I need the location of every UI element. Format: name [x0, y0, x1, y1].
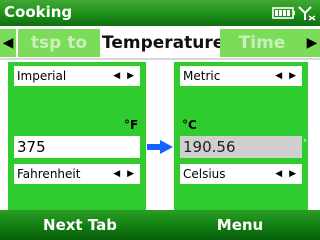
tab-scroll-left-button[interactable]: ◀: [0, 29, 16, 57]
convert-arrow-icon: [147, 140, 173, 154]
to-unit-symbol: °C: [182, 118, 197, 132]
from-system-select[interactable]: Imperial ◀ ▶: [14, 66, 140, 86]
title-bar: Cooking: [0, 0, 320, 26]
softkey-bar: Next Tab Menu: [0, 210, 320, 240]
battery-icon: [272, 7, 295, 19]
to-system-value: Metric: [183, 69, 221, 83]
from-unit-value: Fahrenheit: [17, 167, 81, 181]
tab-scroll-right-button[interactable]: ▶: [304, 29, 320, 57]
from-system-arrows-icon[interactable]: ◀ ▶: [113, 66, 136, 86]
converter-area: Imperial ◀ ▶ °F 375 Fahrenheit ◀ ▶ Metri…: [0, 62, 320, 210]
tab-strip: ◀ tsp to ml Temperature Time ▶: [0, 26, 320, 81]
from-value-input[interactable]: 375: [14, 136, 140, 158]
menu-softkey[interactable]: Menu: [160, 210, 320, 240]
from-unit-symbol: °F: [124, 118, 139, 132]
to-value-output: 190.56: [180, 136, 302, 158]
tab-time[interactable]: Time: [220, 29, 304, 57]
signal-icon: [298, 6, 316, 21]
to-system-select[interactable]: Metric ◀ ▶: [180, 66, 302, 86]
app-title: Cooking: [4, 3, 73, 21]
from-panel: Imperial ◀ ▶ °F 375 Fahrenheit ◀ ▶: [8, 62, 146, 210]
from-unit-arrows-icon[interactable]: ◀ ▶: [113, 164, 136, 184]
to-system-arrows-icon[interactable]: ◀ ▶: [275, 66, 298, 86]
from-unit-select[interactable]: Fahrenheit ◀ ▶: [14, 164, 140, 184]
to-unit-arrows-icon[interactable]: ◀ ▶: [275, 164, 298, 184]
to-value-suffix-mark: °: [303, 138, 307, 147]
next-tab-softkey[interactable]: Next Tab: [0, 210, 160, 240]
tab-tsp-to-ml[interactable]: tsp to ml: [18, 29, 100, 81]
to-unit-select[interactable]: Celsius ◀ ▶: [180, 164, 302, 184]
status-icons: [272, 6, 316, 21]
to-unit-value: Celsius: [183, 167, 226, 181]
tab-temperature[interactable]: Temperature: [102, 29, 224, 57]
to-panel: Metric ◀ ▶ °C 190.56 ° Celsius ◀ ▶: [174, 62, 308, 210]
from-system-value: Imperial: [17, 69, 67, 83]
